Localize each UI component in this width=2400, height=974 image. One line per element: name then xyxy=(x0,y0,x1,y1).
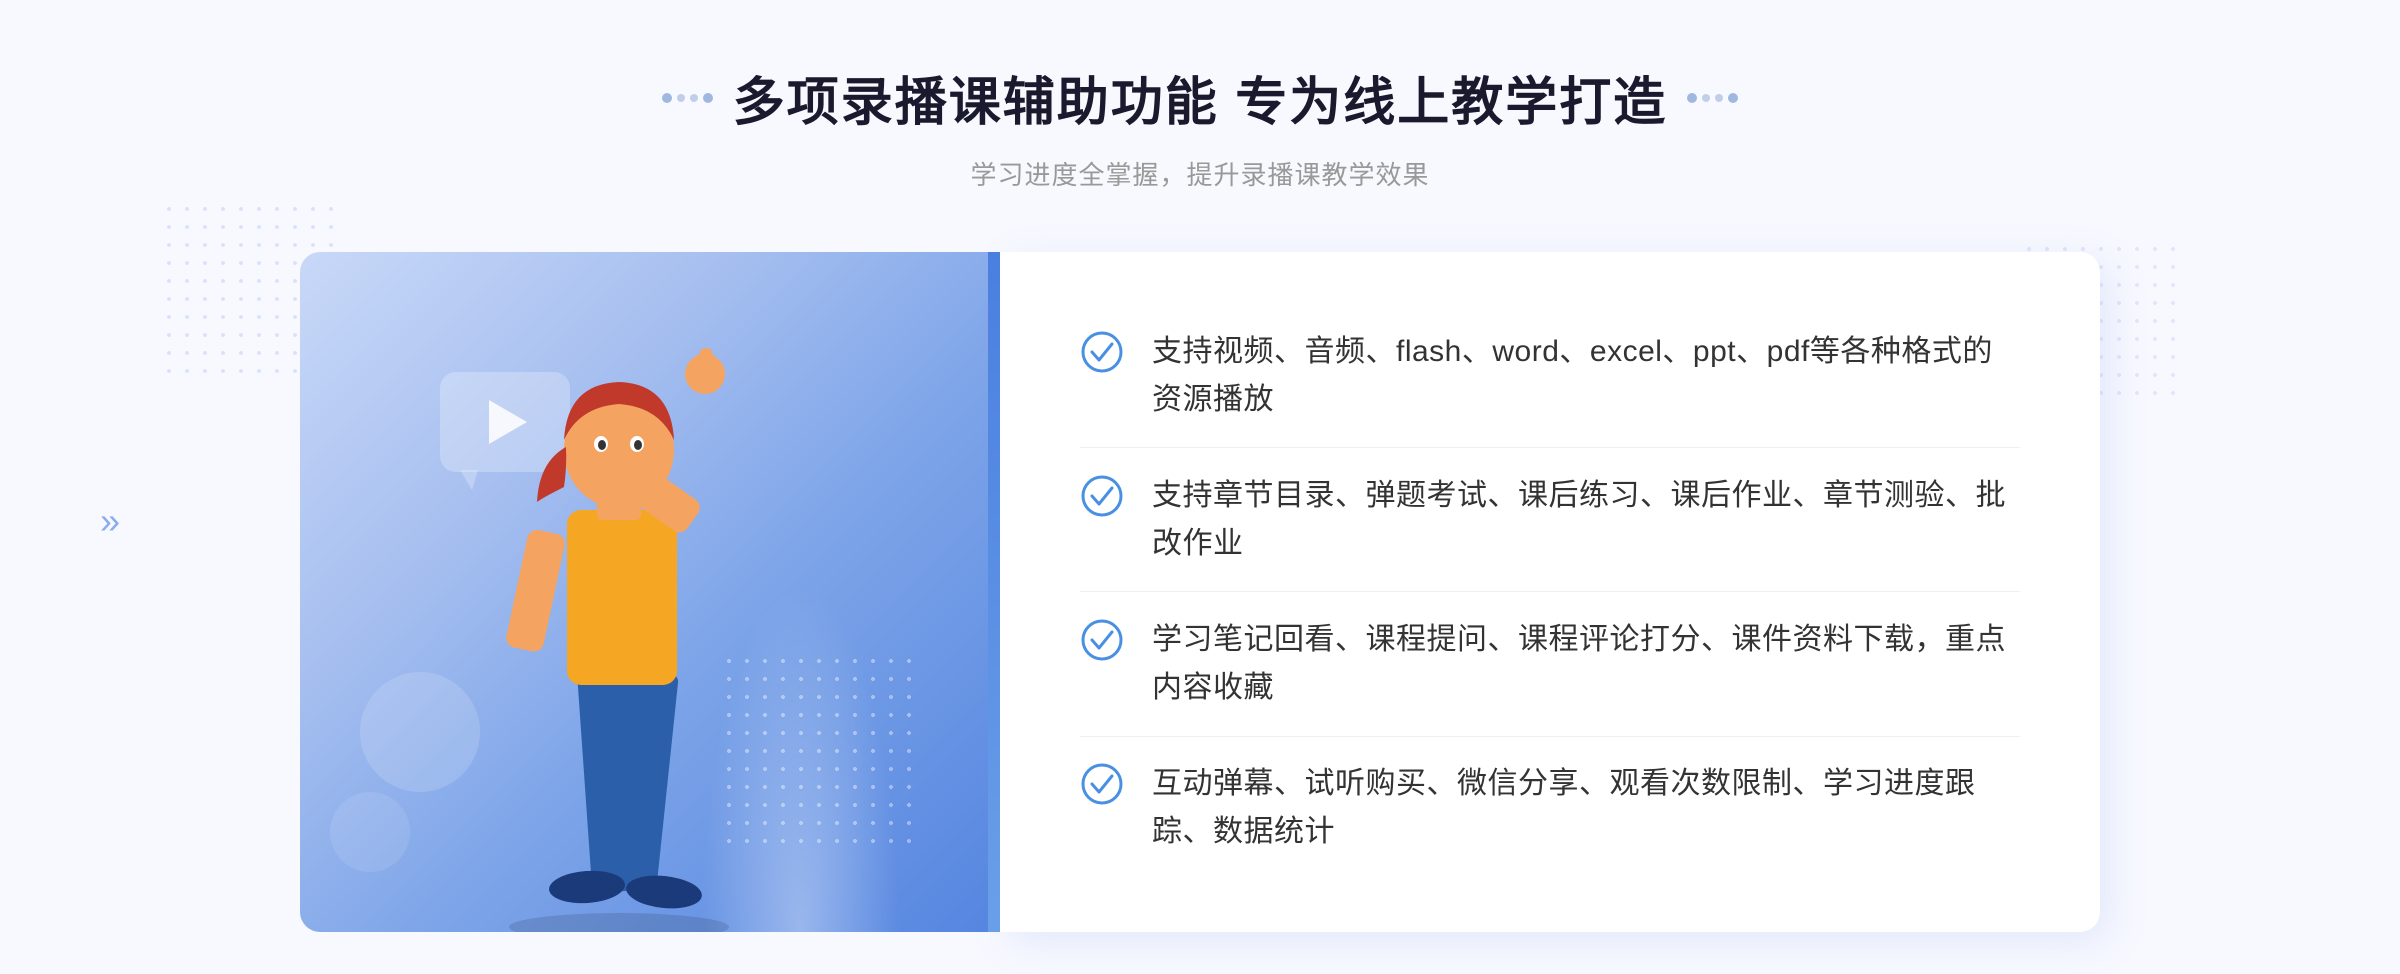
dot xyxy=(1687,93,1697,103)
dot xyxy=(1715,94,1723,102)
features-panel: 支持视频、音频、flash、word、excel、ppt、pdf等各种格式的资源… xyxy=(1000,252,2100,932)
feature-item-4: 互动弹幕、试听购买、微信分享、观看次数限制、学习进度跟踪、数据统计 xyxy=(1080,742,2020,874)
dot xyxy=(1702,94,1710,102)
page-subtitle: 学习进度全掌握，提升录播课教学效果 xyxy=(662,155,1738,192)
dot xyxy=(690,94,698,102)
feature-text-4: 互动弹幕、试听购买、微信分享、观看次数限制、学习进度跟踪、数据统计 xyxy=(1152,760,2020,856)
feature-item-1: 支持视频、音频、flash、word、excel、ppt、pdf等各种格式的资源… xyxy=(1080,310,2020,442)
feature-text-1: 支持视频、音频、flash、word、excel、ppt、pdf等各种格式的资源… xyxy=(1152,328,2020,424)
dot xyxy=(662,93,672,103)
check-circle-icon-3 xyxy=(1080,618,1124,662)
illustration-panel xyxy=(300,252,1000,932)
divider-1 xyxy=(1080,447,2020,448)
title-wrapper: 多项录播课辅助功能 专为线上教学打造 xyxy=(662,60,1738,135)
divider-2 xyxy=(1080,591,2020,592)
title-dots-right xyxy=(1687,93,1738,103)
dot xyxy=(1728,93,1738,103)
page-container: » 多项录播课辅助功能 专为线上教学打造 学习进度全掌握，提升录播课教学效果 xyxy=(0,0,2400,974)
check-circle-icon-1 xyxy=(1080,330,1124,374)
deco-circle-2 xyxy=(330,792,410,872)
check-circle-icon-2 xyxy=(1080,474,1124,518)
divider-3 xyxy=(1080,736,2020,737)
illustration-accent-bar xyxy=(988,252,1000,932)
feature-item-2: 支持章节目录、弹题考试、课后练习、课后作业、章节测验、批改作业 xyxy=(1080,454,2020,586)
main-content: 支持视频、音频、flash、word、excel、ppt、pdf等各种格式的资源… xyxy=(300,252,2100,932)
check-circle-icon-4 xyxy=(1080,762,1124,806)
person-illustration xyxy=(419,332,839,932)
feature-item-3: 学习笔记回看、课程提问、课程评论打分、课件资料下载，重点内容收藏 xyxy=(1080,598,2020,730)
chevron-left-icon: » xyxy=(100,500,120,542)
feature-text-2: 支持章节目录、弹题考试、课后练习、课后作业、章节测验、批改作业 xyxy=(1152,472,2020,568)
dot xyxy=(703,93,713,103)
title-dots-left xyxy=(662,93,713,103)
page-title: 多项录播课辅助功能 专为线上教学打造 xyxy=(733,60,1667,135)
header-section: 多项录播课辅助功能 专为线上教学打造 学习进度全掌握，提升录播课教学效果 xyxy=(662,60,1738,192)
feature-text-3: 学习笔记回看、课程提问、课程评论打分、课件资料下载，重点内容收藏 xyxy=(1152,616,2020,712)
dot xyxy=(677,94,685,102)
